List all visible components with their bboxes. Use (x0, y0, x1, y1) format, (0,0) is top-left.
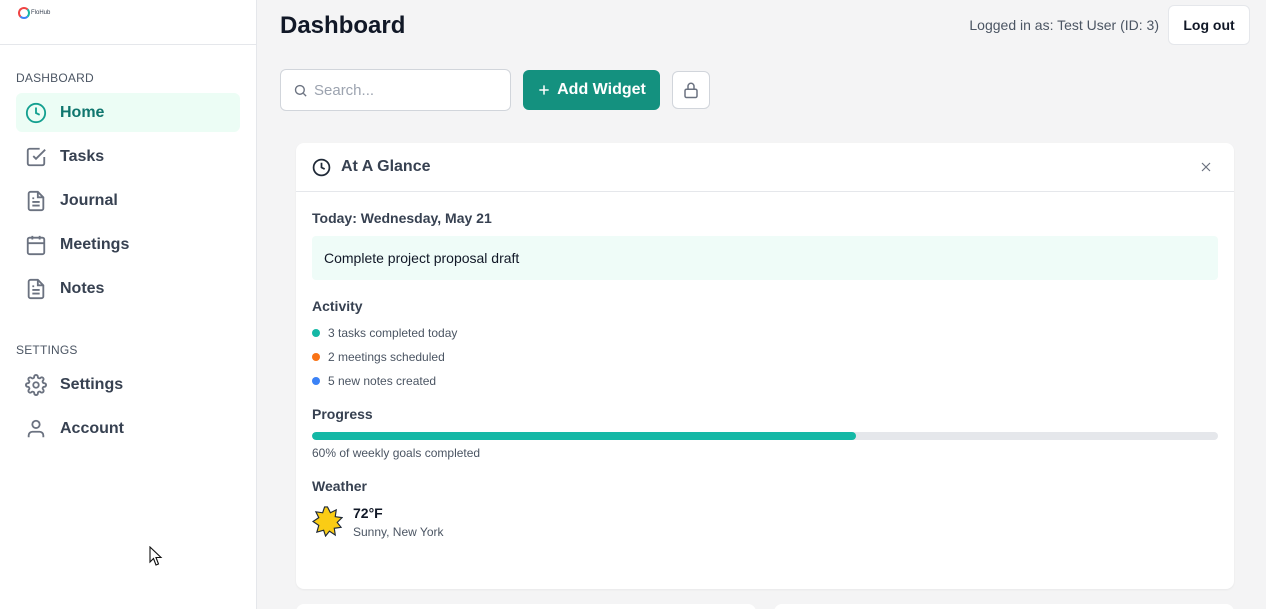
close-icon[interactable] (1198, 159, 1214, 175)
calendar-icon (24, 233, 48, 257)
user-icon (24, 417, 48, 441)
sidebar-item-label: Settings (60, 375, 124, 393)
logo-text: FloHub (31, 10, 51, 16)
activity-text: 5 new notes created (328, 374, 437, 388)
logo-bar: FloHub (0, 0, 256, 45)
weather-temp: 72°F (353, 505, 383, 521)
activity-item: 3 tasks completed today (312, 326, 457, 340)
add-widget-button[interactable]: Add Widget (523, 70, 660, 110)
sidebar-item-settings[interactable]: Settings (16, 365, 240, 404)
login-info: Logged in as: Test User (ID: 3) (969, 17, 1159, 33)
section-label-dashboard: DASHBOARD (16, 71, 94, 85)
widget-card-peek (296, 604, 756, 609)
app-logo[interactable]: FloHub (18, 7, 50, 19)
search-box[interactable] (280, 69, 511, 111)
sidebar-item-label: Journal (60, 191, 118, 209)
widget-card-peek (774, 604, 1234, 609)
activity-text: 2 meetings scheduled (328, 350, 445, 364)
at-a-glance-widget: At A Glance Today: Wednesday, May 21 Com… (296, 143, 1234, 589)
progress-text: 60% of weekly goals completed (312, 446, 481, 460)
logout-button[interactable]: Log out (1168, 5, 1250, 45)
sidebar-item-label: Account (60, 419, 124, 437)
document-icon (24, 189, 48, 213)
activity-item: 2 meetings scheduled (312, 350, 445, 364)
sidebar-item-label: Home (60, 103, 105, 121)
sidebar-item-journal[interactable]: Journal (16, 181, 240, 220)
sidebar-item-label: Notes (60, 279, 105, 297)
today-task[interactable]: Complete project proposal draft (312, 236, 1218, 280)
section-label-settings: SETTINGS (16, 343, 78, 357)
sidebar-item-notes[interactable]: Notes (16, 269, 240, 308)
sidebar-item-meetings[interactable]: Meetings (16, 225, 240, 264)
widget-title: At A Glance (341, 158, 431, 175)
widget-header[interactable]: At A Glance (296, 143, 1234, 192)
weather-info: 72°F Sunny, New York (312, 505, 444, 539)
status-dot (312, 329, 320, 337)
sidebar-item-tasks[interactable]: Tasks (16, 137, 240, 176)
status-dot (312, 353, 320, 361)
checkbox-icon (24, 145, 48, 169)
sidebar-item-label: Tasks (60, 147, 105, 165)
activity-item: 5 new notes created (312, 374, 436, 388)
mouse-cursor-icon (149, 545, 163, 572)
progress-bar (312, 432, 1218, 440)
add-widget-label: Add Widget (557, 81, 646, 98)
sidebar-item-label: Meetings (60, 235, 130, 253)
activity-text: 3 tasks completed today (328, 326, 458, 340)
document-icon (24, 277, 48, 301)
page-title: Dashboard (280, 12, 406, 39)
search-input[interactable] (314, 81, 494, 99)
gear-icon (24, 373, 48, 397)
progress-fill (312, 432, 856, 440)
logo-icon (18, 7, 30, 19)
progress-heading: Progress (312, 406, 373, 422)
sidebar-item-account[interactable]: Account (16, 409, 240, 448)
today-date: Today: Wednesday, May 21 (312, 210, 492, 226)
clock-icon (24, 101, 48, 125)
lock-layout-button[interactable] (672, 71, 710, 109)
plus-icon (537, 83, 551, 97)
weather-heading: Weather (312, 478, 367, 494)
status-dot (312, 377, 320, 385)
search-icon (293, 83, 308, 98)
activity-heading: Activity (312, 298, 363, 314)
lock-icon (682, 81, 700, 99)
sun-icon (312, 506, 343, 537)
weather-description: Sunny, New York (353, 525, 444, 539)
sidebar: FloHub DASHBOARD Home Tasks Journal Meet… (0, 0, 257, 609)
clock-icon (312, 158, 331, 177)
sidebar-item-home[interactable]: Home (16, 93, 240, 132)
